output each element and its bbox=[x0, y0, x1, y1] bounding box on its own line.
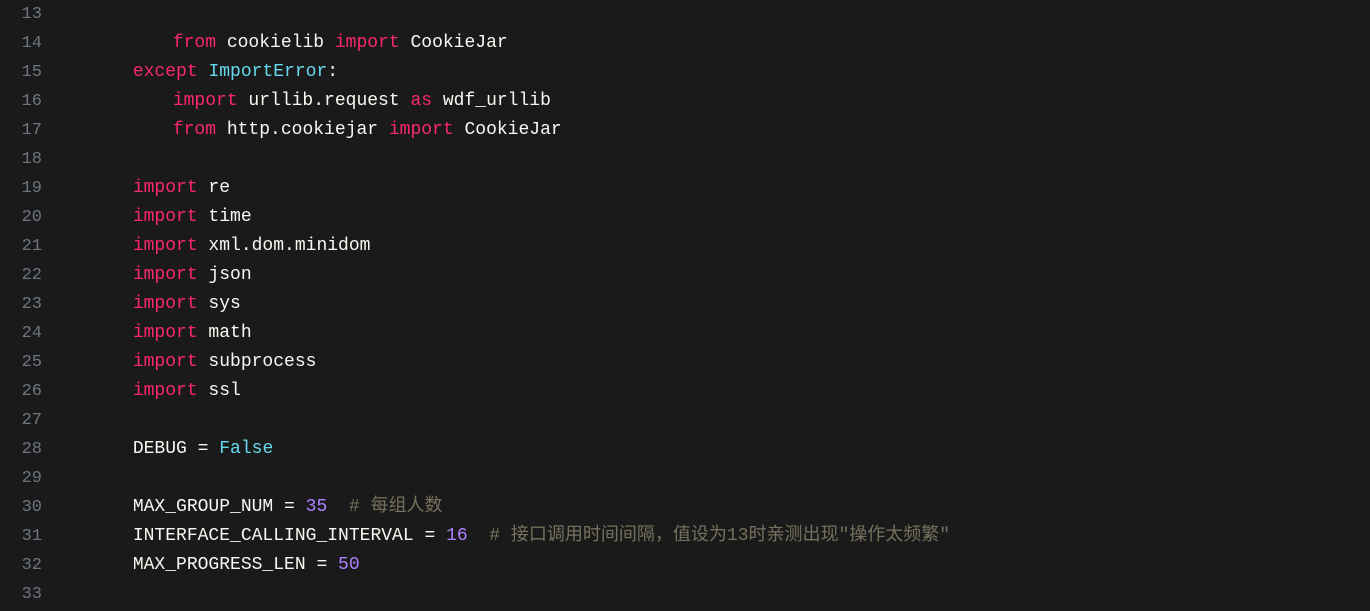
code-line-21: import json bbox=[68, 232, 1370, 261]
code-line-31: MAX_PROGRESS_LEN = 50 bbox=[68, 522, 1370, 551]
code-line-14: except ImportError: bbox=[68, 29, 1370, 58]
line-num-16: 16 bbox=[8, 87, 42, 116]
line-num-21: 21 bbox=[8, 232, 42, 261]
code-line-18: import re bbox=[68, 145, 1370, 174]
line-num-20: 20 bbox=[8, 203, 42, 232]
line-num-28: 28 bbox=[8, 435, 42, 464]
line-num-31: 31 bbox=[8, 522, 42, 551]
code-line-28 bbox=[68, 435, 1370, 464]
code-line-17 bbox=[68, 116, 1370, 145]
line-num-23: 23 bbox=[8, 290, 42, 319]
code-line-13: from cookielib import CookieJar bbox=[68, 0, 1370, 29]
code-editor: 13 14 15 16 17 18 19 20 21 22 23 24 25 2… bbox=[0, 0, 1370, 611]
code-line-33: QRImagePath = os.path.join(os.getcwd(), … bbox=[68, 580, 1370, 609]
line-num-32: 32 bbox=[8, 551, 42, 580]
code-line-26 bbox=[68, 377, 1370, 406]
code-line-22: import sys bbox=[68, 261, 1370, 290]
code-line-20: import xml.dom.minidom bbox=[68, 203, 1370, 232]
code-content[interactable]: from cookielib import CookieJar except I… bbox=[58, 0, 1370, 611]
line-num-24: 24 bbox=[8, 319, 42, 348]
line-num-19: 19 bbox=[8, 174, 42, 203]
code-line-15: import urllib.request as wdf_urllib bbox=[68, 58, 1370, 87]
line-num-13: 13 bbox=[8, 0, 42, 29]
line-num-33: 33 bbox=[8, 580, 42, 609]
line-num-18: 18 bbox=[8, 145, 42, 174]
code-line-16: from http.cookiejar import CookieJar bbox=[68, 87, 1370, 116]
code-line-30: INTERFACE_CALLING_INTERVAL = 16 # 接口调用时间… bbox=[68, 493, 1370, 522]
line-num-26: 26 bbox=[8, 377, 42, 406]
line-num-14: 14 bbox=[8, 29, 42, 58]
code-line-23: import math bbox=[68, 290, 1370, 319]
line-num-15: 15 bbox=[8, 58, 42, 87]
line-num-17: 17 bbox=[8, 116, 42, 145]
code-line-29: MAX_GROUP_NUM = 35 # 每组人数 bbox=[68, 464, 1370, 493]
code-line-24: import subprocess bbox=[68, 319, 1370, 348]
code-line-19: import time bbox=[68, 174, 1370, 203]
code-line-25: import ssl bbox=[68, 348, 1370, 377]
line-num-22: 22 bbox=[8, 261, 42, 290]
line-num-25: 25 bbox=[8, 348, 42, 377]
line-num-27: 27 bbox=[8, 406, 42, 435]
code-line-27: DEBUG = False bbox=[68, 406, 1370, 435]
line-num-29: 29 bbox=[8, 464, 42, 493]
line-num-30: 30 bbox=[8, 493, 42, 522]
line-numbers: 13 14 15 16 17 18 19 20 21 22 23 24 25 2… bbox=[0, 0, 58, 611]
code-line-32 bbox=[68, 551, 1370, 580]
